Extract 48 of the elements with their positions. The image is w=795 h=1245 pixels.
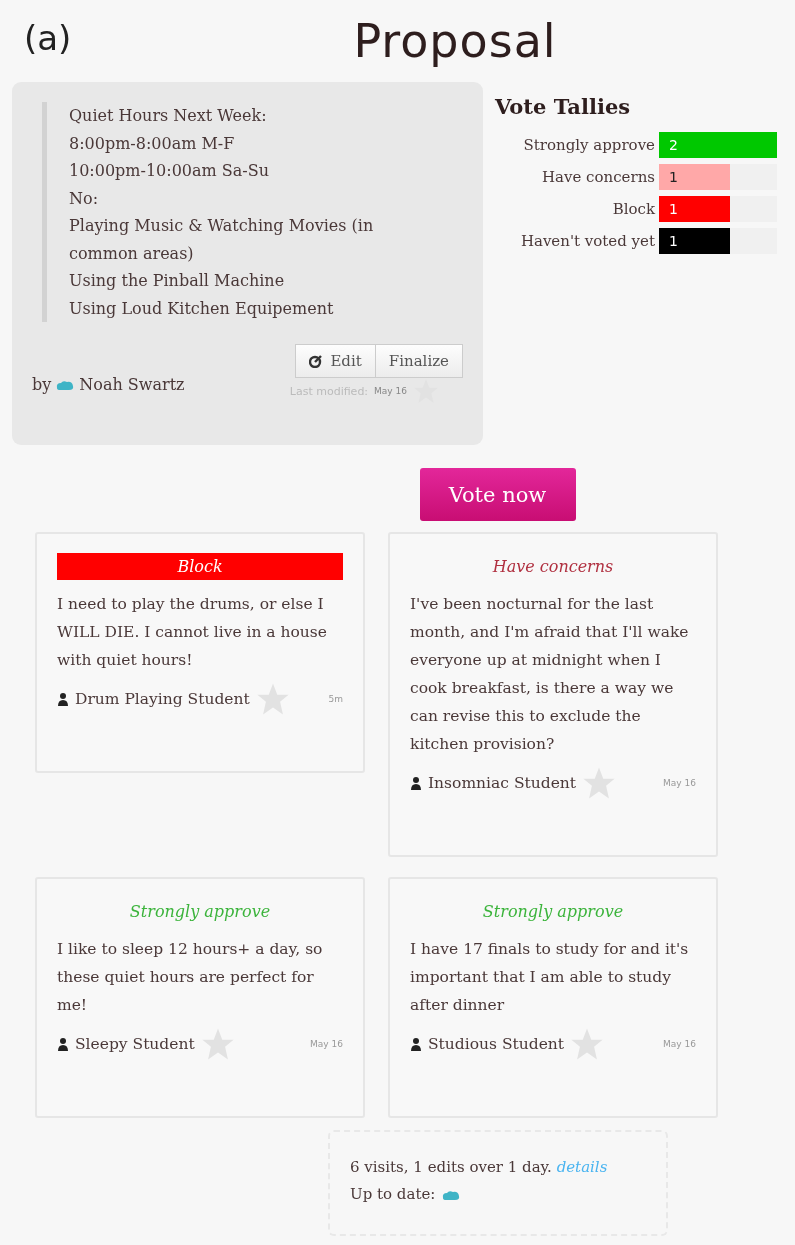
author-name[interactable]: Noah Swartz — [79, 375, 185, 394]
author-name[interactable]: Insomniac Student — [428, 774, 576, 792]
edit-button[interactable]: Edit — [295, 344, 376, 378]
comment-text: I've been nocturnal for the last month, and I'm afraid that I'll wake everyone up at midnight when I cook breakfast, is there a way we can revise this to exclude the kitchen provision? — [410, 594, 690, 755]
proposal-line: 10:00pm-10:00am Sa-Su — [69, 160, 270, 182]
by-label: by — [32, 375, 52, 394]
vote-label: Strongly approve — [128, 901, 272, 923]
author-name[interactable]: Drum Playing Student — [75, 690, 250, 708]
stats-text: 6 visits, 1 edits over 1 day. details — [350, 1157, 609, 1178]
figure-label: (a) — [24, 18, 72, 58]
vote-label: Have concerns — [491, 556, 615, 578]
proposal-line: No: — [69, 187, 100, 210]
tally-label: Strongly approve — [522, 136, 656, 154]
proposal-line: 8:00pm-8:00am M-F — [69, 132, 236, 155]
comment-text: I need to play the drums, or else I WILL DIE. I cannot live in a house with quiet hours! — [57, 594, 328, 671]
finalize-button[interactable]: Finalize — [375, 344, 463, 378]
tally-bar: 1 — [659, 196, 730, 222]
person-icon — [410, 1037, 422, 1051]
proposal-line: Playing Music & Watching Movies (in common areas) — [69, 215, 375, 265]
vote-label: Block — [57, 553, 343, 580]
tally-label: Block — [611, 200, 656, 218]
person-icon — [57, 692, 69, 706]
tallies-title: Vote Tallies — [495, 94, 632, 119]
comment-text: I have 17 finals to study for and it's important that I am able to study after dinner — [410, 939, 690, 1016]
timestamp: May 16 — [663, 1039, 696, 1049]
tally-bar: 2 — [659, 132, 777, 158]
tally-bar: 1 — [659, 164, 730, 190]
timestamp: May 16 — [663, 778, 696, 788]
person-icon — [57, 1037, 69, 1051]
timestamp: May 16 — [374, 386, 407, 396]
person-icon — [410, 776, 422, 790]
author-name[interactable]: Studious Student — [428, 1035, 565, 1053]
page-title: Proposal — [353, 14, 557, 68]
tally-label: Haven't voted yet — [519, 232, 656, 250]
timestamp: 5m — [328, 694, 343, 704]
edit-icon — [309, 354, 323, 368]
up-to-date-label: Up to date: — [350, 1184, 436, 1205]
proposal-line: Using Loud Kitchen Equipement — [69, 297, 335, 320]
tally-bar: 1 — [659, 228, 730, 254]
star-icon[interactable] — [413, 378, 439, 404]
timestamp: May 16 — [310, 1039, 343, 1049]
author-name[interactable]: Sleepy Student — [75, 1035, 195, 1053]
vote-label: Strongly approve — [481, 901, 625, 923]
comment-text: I like to sleep 12 hours+ a day, so these quiet hours are perfect for me! — [57, 939, 324, 1016]
proposal-line: Using the Pinball Machine — [69, 270, 286, 292]
vote-now-button[interactable]: Vote now — [419, 468, 576, 521]
proposal-line: Quiet Hours Next Week: — [69, 105, 268, 127]
tally-label: Have concerns — [540, 168, 656, 186]
